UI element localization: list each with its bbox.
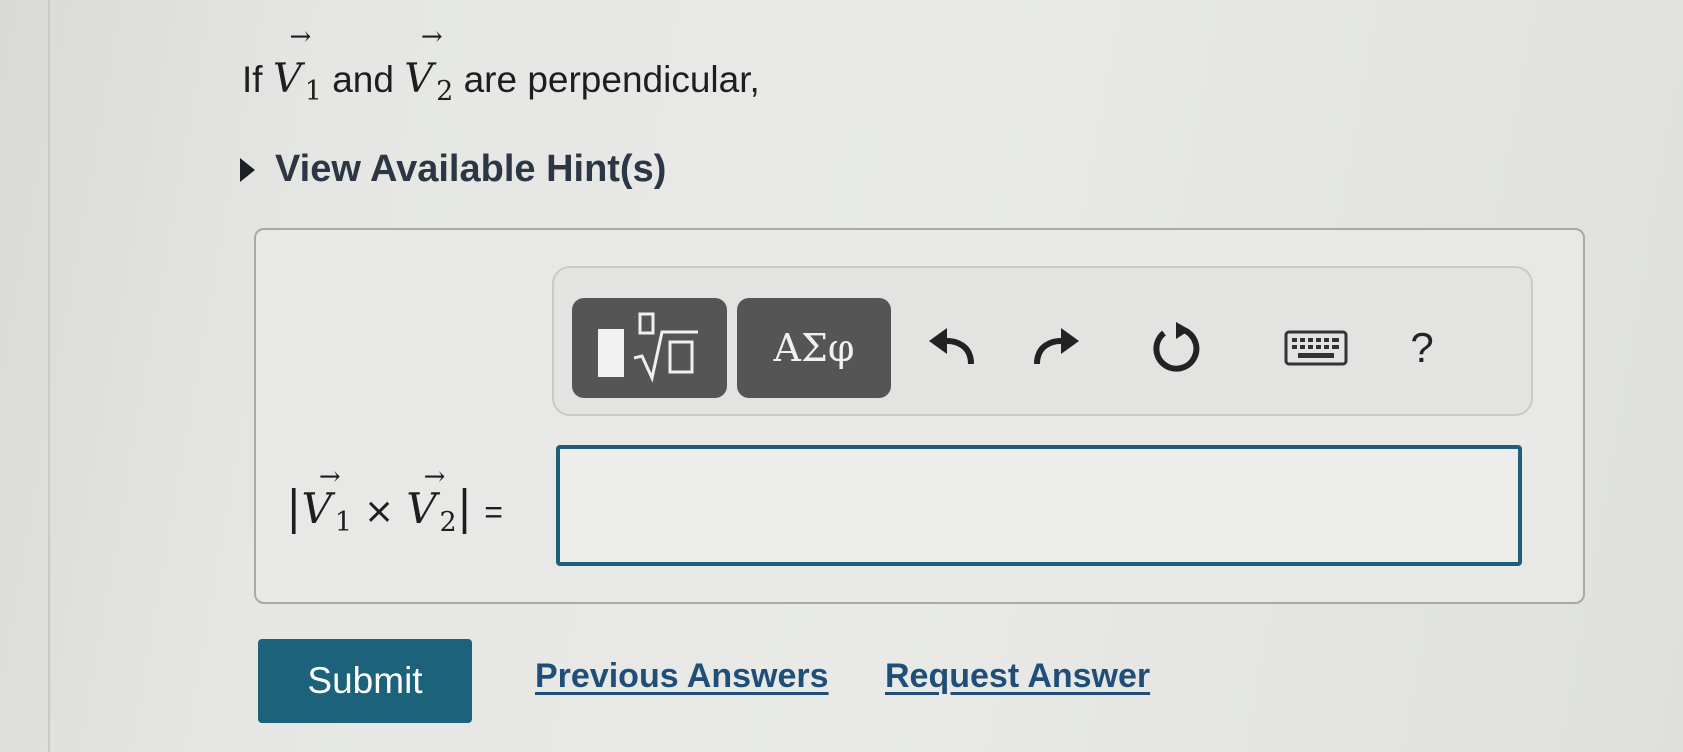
vector-arrow-icon: → [318,462,341,492]
view-hints-label[interactable]: View Available Hint(s) [275,148,666,191]
template-block-icon [597,329,624,377]
expr-vector-v2-subscript: 2 [439,507,457,538]
vector-v1-letter: V [272,56,302,102]
question-prefix: If [242,59,263,100]
vector-v2-letter: V [404,56,434,102]
view-hints-toggle[interactable]: View Available Hint(s) [240,148,666,191]
vector-arrow-icon: → [420,22,443,52]
caret-right-icon[interactable] [240,157,255,182]
abs-bar-open: | [286,480,302,534]
vector-arrow-icon: → [423,462,446,492]
answer-input[interactable] [556,445,1522,566]
keyboard-icon[interactable] [1282,326,1350,370]
previous-answers-link[interactable]: Previous Answers [535,657,829,696]
expr-vector-v2: → V 2 [406,464,457,538]
vector-arrow-icon: → [289,22,312,52]
undo-icon[interactable] [924,326,980,370]
answer-panel: ΑΣφ ? | → V 1 × → V 2| = [254,228,1585,604]
vector-v2: → V 2 [404,24,454,127]
question-suffix: are perpendicular, [463,59,760,100]
submit-button[interactable]: Submit [258,639,472,723]
equals-sign: = [484,494,503,530]
expr-vector-v1: → V 1 [302,464,353,538]
vector-v1: → V 1 [272,24,322,127]
expr-vector-v1-subscript: 1 [334,507,353,538]
question-text: If → V 1 and → V 2 are perpendicular, [242,24,760,127]
help-icon[interactable]: ? [1402,324,1442,371]
greek-symbols-button[interactable]: ΑΣφ [737,298,891,398]
cross-product-operator: × [364,491,395,532]
answer-expression-label: | → V 1 × → V 2| = [286,464,503,538]
vector-v1-subscript: 1 [304,76,322,107]
vector-v2-subscript: 2 [436,76,454,107]
redo-icon[interactable] [1028,326,1084,370]
reset-icon[interactable] [1148,322,1204,372]
nth-root-icon [633,312,698,383]
templates-button[interactable] [572,298,727,398]
question-conjunction: and [332,59,394,100]
math-toolbar: ΑΣφ ? [552,266,1533,416]
page-left-edge [48,0,50,752]
request-answer-link[interactable]: Request Answer [885,657,1150,696]
